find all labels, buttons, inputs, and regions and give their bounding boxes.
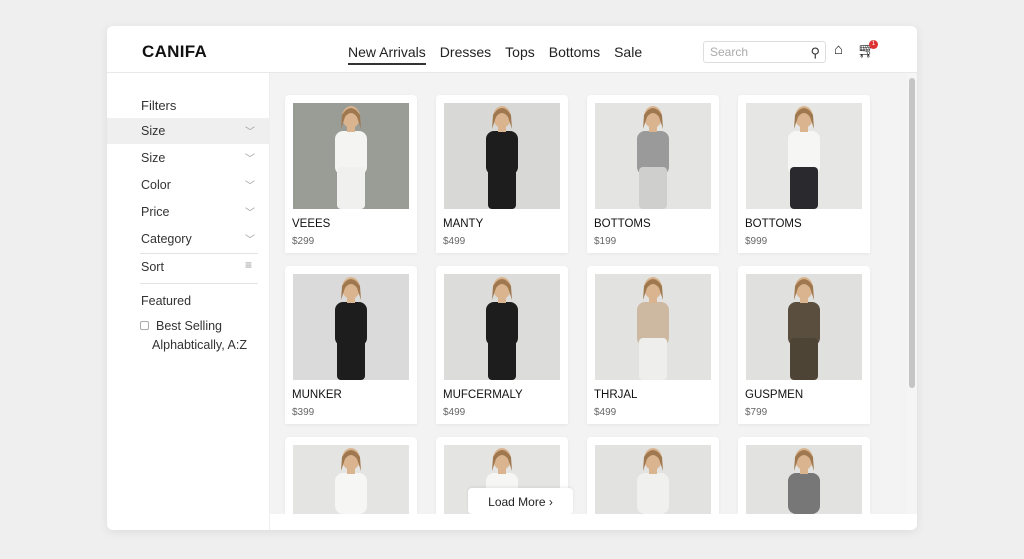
product-card[interactable]: MUNKER $399 <box>285 266 417 424</box>
chevron-down-icon: ﹀ <box>245 127 255 138</box>
product-image[interactable] <box>293 445 409 514</box>
filter-label: Category <box>141 232 192 246</box>
divider <box>140 283 258 284</box>
product-card[interactable]: BOTTOMS $999 <box>738 95 870 253</box>
product-card[interactable]: BOTTOMS $199 <box>587 95 719 253</box>
product-name[interactable]: THRJAL <box>594 389 637 401</box>
product-image[interactable] <box>746 103 862 209</box>
product-name[interactable]: VEEES <box>292 218 330 230</box>
product-name[interactable]: GUSPMEN <box>745 389 803 401</box>
product-image[interactable] <box>444 103 560 209</box>
product-image[interactable] <box>746 445 862 514</box>
filter-label: Size <box>141 124 166 138</box>
filter-price[interactable]: Price ﹀ <box>107 199 270 225</box>
product-grid: VEEES $299 MANTY $499 BOTTOMS $199 BOTTO… <box>270 73 907 514</box>
load-more-button[interactable]: Load More › <box>468 488 573 514</box>
product-card[interactable]: MANTY $499 <box>436 95 568 253</box>
filter-size-2[interactable]: Size ﹀ <box>107 145 270 171</box>
search-input[interactable]: Search ⚲ <box>703 41 826 63</box>
product-image[interactable] <box>595 274 711 380</box>
search-placeholder: Search <box>710 45 749 59</box>
scrollbar-thumb[interactable] <box>909 78 915 388</box>
product-card[interactable] <box>285 437 417 514</box>
filter-label: Price <box>141 205 170 219</box>
filter-color[interactable]: Color ﹀ <box>107 172 270 198</box>
sort-alphabetical[interactable]: Alphabtically, A:Z <box>152 338 247 352</box>
product-name[interactable]: BOTTOMS <box>594 218 651 230</box>
product-image[interactable] <box>293 103 409 209</box>
sort-toggle[interactable]: Sort ≡ <box>107 254 270 280</box>
product-card[interactable] <box>738 437 870 514</box>
main-nav: New Arrivals Dresses Tops Bottoms Sale <box>348 44 642 65</box>
bottom-bar <box>270 514 917 530</box>
filter-label: Size <box>141 151 166 165</box>
product-name[interactable]: MANTY <box>443 218 483 230</box>
sort-label: Sort <box>141 260 164 274</box>
header: CANIFA New Arrivals Dresses Tops Bottoms… <box>107 26 917 73</box>
product-card[interactable]: GUSPMEN $799 <box>738 266 870 424</box>
product-card[interactable]: VEEES $299 <box>285 95 417 253</box>
product-price: $499 <box>443 407 466 418</box>
nav-new-arrivals[interactable]: New Arrivals <box>348 44 426 65</box>
product-image[interactable] <box>293 274 409 380</box>
chevron-down-icon: ﹀ <box>245 181 255 192</box>
sort-best-selling[interactable]: Best Selling <box>156 319 222 333</box>
product-price: $399 <box>292 407 315 418</box>
app-window: CANIFA New Arrivals Dresses Tops Bottoms… <box>107 26 917 530</box>
product-card[interactable]: THRJAL $499 <box>587 266 719 424</box>
nav-dresses[interactable]: Dresses <box>440 44 491 65</box>
chevron-down-icon: ﹀ <box>245 208 255 219</box>
chevron-down-icon: ﹀ <box>245 235 255 246</box>
filters-title: Filters <box>141 98 177 113</box>
menu-icon: ≡ <box>245 258 253 272</box>
filter-label: Color <box>141 178 171 192</box>
product-price: $499 <box>594 407 617 418</box>
account-icon[interactable]: ⌂ <box>834 41 843 58</box>
product-price: $999 <box>745 236 768 247</box>
product-price: $499 <box>443 236 466 247</box>
product-price: $799 <box>745 407 768 418</box>
cart-badge: 1 <box>869 40 878 49</box>
best-selling-checkbox[interactable] <box>140 321 149 330</box>
product-image[interactable] <box>444 274 560 380</box>
product-image[interactable] <box>746 274 862 380</box>
product-card[interactable] <box>587 437 719 514</box>
product-image[interactable] <box>595 103 711 209</box>
product-image[interactable] <box>595 445 711 514</box>
chevron-down-icon: ﹀ <box>245 154 255 165</box>
product-card[interactable]: MUFCERMALY $499 <box>436 266 568 424</box>
nav-bottoms[interactable]: Bottoms <box>549 44 600 65</box>
filter-size[interactable]: Size ﹀ <box>107 118 270 144</box>
product-name[interactable]: BOTTOMS <box>745 218 802 230</box>
product-name[interactable]: MUFCERMALY <box>443 389 523 401</box>
product-price: $299 <box>292 236 315 247</box>
filters-sidebar: Filters Size ﹀ Size ﹀ Color ﹀ Price ﹀ Catego… <box>107 73 270 530</box>
scrollbar[interactable] <box>907 73 917 514</box>
nav-sale[interactable]: Sale <box>614 44 642 65</box>
filter-category[interactable]: Category ﹀ <box>107 226 270 252</box>
product-name[interactable]: MUNKER <box>292 389 342 401</box>
logo[interactable]: CANIFA <box>142 42 207 62</box>
sort-featured[interactable]: Featured <box>141 294 191 308</box>
nav-tops[interactable]: Tops <box>505 44 535 65</box>
search-icon[interactable]: ⚲ <box>810 45 820 61</box>
product-price: $199 <box>594 236 617 247</box>
